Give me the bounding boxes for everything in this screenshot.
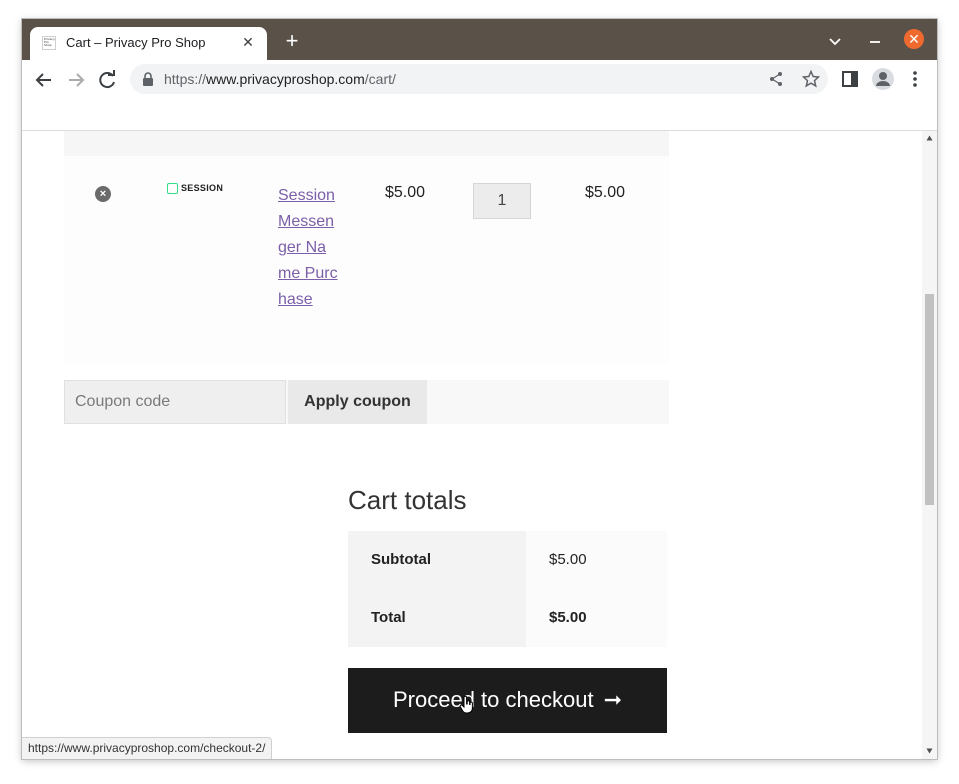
total-label: Total	[348, 589, 526, 647]
browser-window: Privacy Pro Shop Cart – Privacy Pro Shop…	[22, 19, 937, 759]
product-subtotal: $5.00	[585, 184, 626, 201]
product-thumbnail-text: SESSION	[181, 183, 224, 193]
checkout-label: Proceed to checkout	[392, 687, 594, 712]
tab-title: Cart – Privacy Pro Shop	[66, 35, 206, 50]
product-price: $5.00	[385, 184, 426, 201]
profile-avatar-icon[interactable]	[872, 68, 894, 90]
arrow-right-icon: ➞	[603, 687, 622, 712]
reload-icon[interactable]	[95, 68, 121, 92]
tab-strip: Privacy Pro Shop Cart – Privacy Pro Shop…	[22, 19, 937, 60]
back-arrow-icon[interactable]	[31, 68, 57, 92]
new-tab-icon[interactable]: +	[281, 30, 303, 53]
quantity-input[interactable]: 1	[473, 183, 531, 219]
link-status-bubble: https://www.privacyproshop.com/checkout-…	[22, 737, 273, 759]
window-close-icon[interactable]: ✕	[904, 29, 924, 49]
side-panel-icon[interactable]	[842, 71, 858, 87]
subtotal-row: Subtotal $5.00	[348, 531, 667, 589]
cart-totals-title: Cart totals	[348, 485, 467, 515]
bookmark-star-icon[interactable]	[802, 70, 820, 88]
browser-toolbar: https://www.privacyproshop.com/cart/	[22, 60, 937, 98]
scroll-up-arrow-icon[interactable]	[926, 135, 933, 141]
chevron-down-icon[interactable]	[824, 31, 846, 53]
total-row: Total $5.00	[348, 589, 667, 647]
subtotal-value: $5.00	[526, 531, 667, 589]
scroll-down-arrow-icon[interactable]	[926, 748, 933, 754]
coupon-code-input[interactable]: Coupon code	[64, 380, 286, 424]
cart-totals-table: Subtotal $5.00 Total $5.00	[348, 531, 667, 647]
apply-coupon-button[interactable]: Apply coupon	[288, 380, 427, 424]
remove-item-icon[interactable]: ×	[95, 186, 111, 202]
proceed-to-checkout-button[interactable]: Proceed to checkout ➞	[348, 668, 667, 733]
coupon-row: Coupon code Apply coupon	[64, 380, 669, 424]
tab-cart[interactable]: Privacy Pro Shop Cart – Privacy Pro Shop…	[30, 27, 267, 60]
total-value: $5.00	[526, 589, 667, 647]
product-thumbnail[interactable]: SESSION	[167, 183, 229, 197]
cart-item-row: × SESSION Session Messenger Name Purchas…	[64, 156, 669, 363]
hand-cursor-icon	[459, 696, 473, 714]
page-viewport: × SESSION Session Messenger Name Purchas…	[22, 131, 937, 759]
url-text[interactable]: https://www.privacyproshop.com/cart/	[164, 71, 396, 87]
site-favicon-icon: Privacy Pro Shop	[42, 36, 56, 50]
subtotal-label: Subtotal	[348, 531, 526, 589]
minimize-icon[interactable]	[864, 31, 886, 53]
share-icon[interactable]	[768, 71, 784, 87]
more-menu-icon[interactable]	[909, 69, 921, 89]
scrollbar-thumb[interactable]	[925, 294, 934, 505]
bookmarks-bar	[22, 98, 937, 131]
tab-close-icon[interactable]: ✕	[239, 33, 257, 51]
forward-arrow-icon[interactable]	[63, 68, 89, 92]
address-bar[interactable]: https://www.privacyproshop.com/cart/	[130, 64, 828, 94]
session-logo-icon	[167, 183, 178, 194]
cart-table-header	[64, 131, 669, 156]
lock-icon[interactable]	[142, 72, 154, 86]
product-name-link[interactable]: Session Messenger Name Purchase	[278, 183, 338, 313]
